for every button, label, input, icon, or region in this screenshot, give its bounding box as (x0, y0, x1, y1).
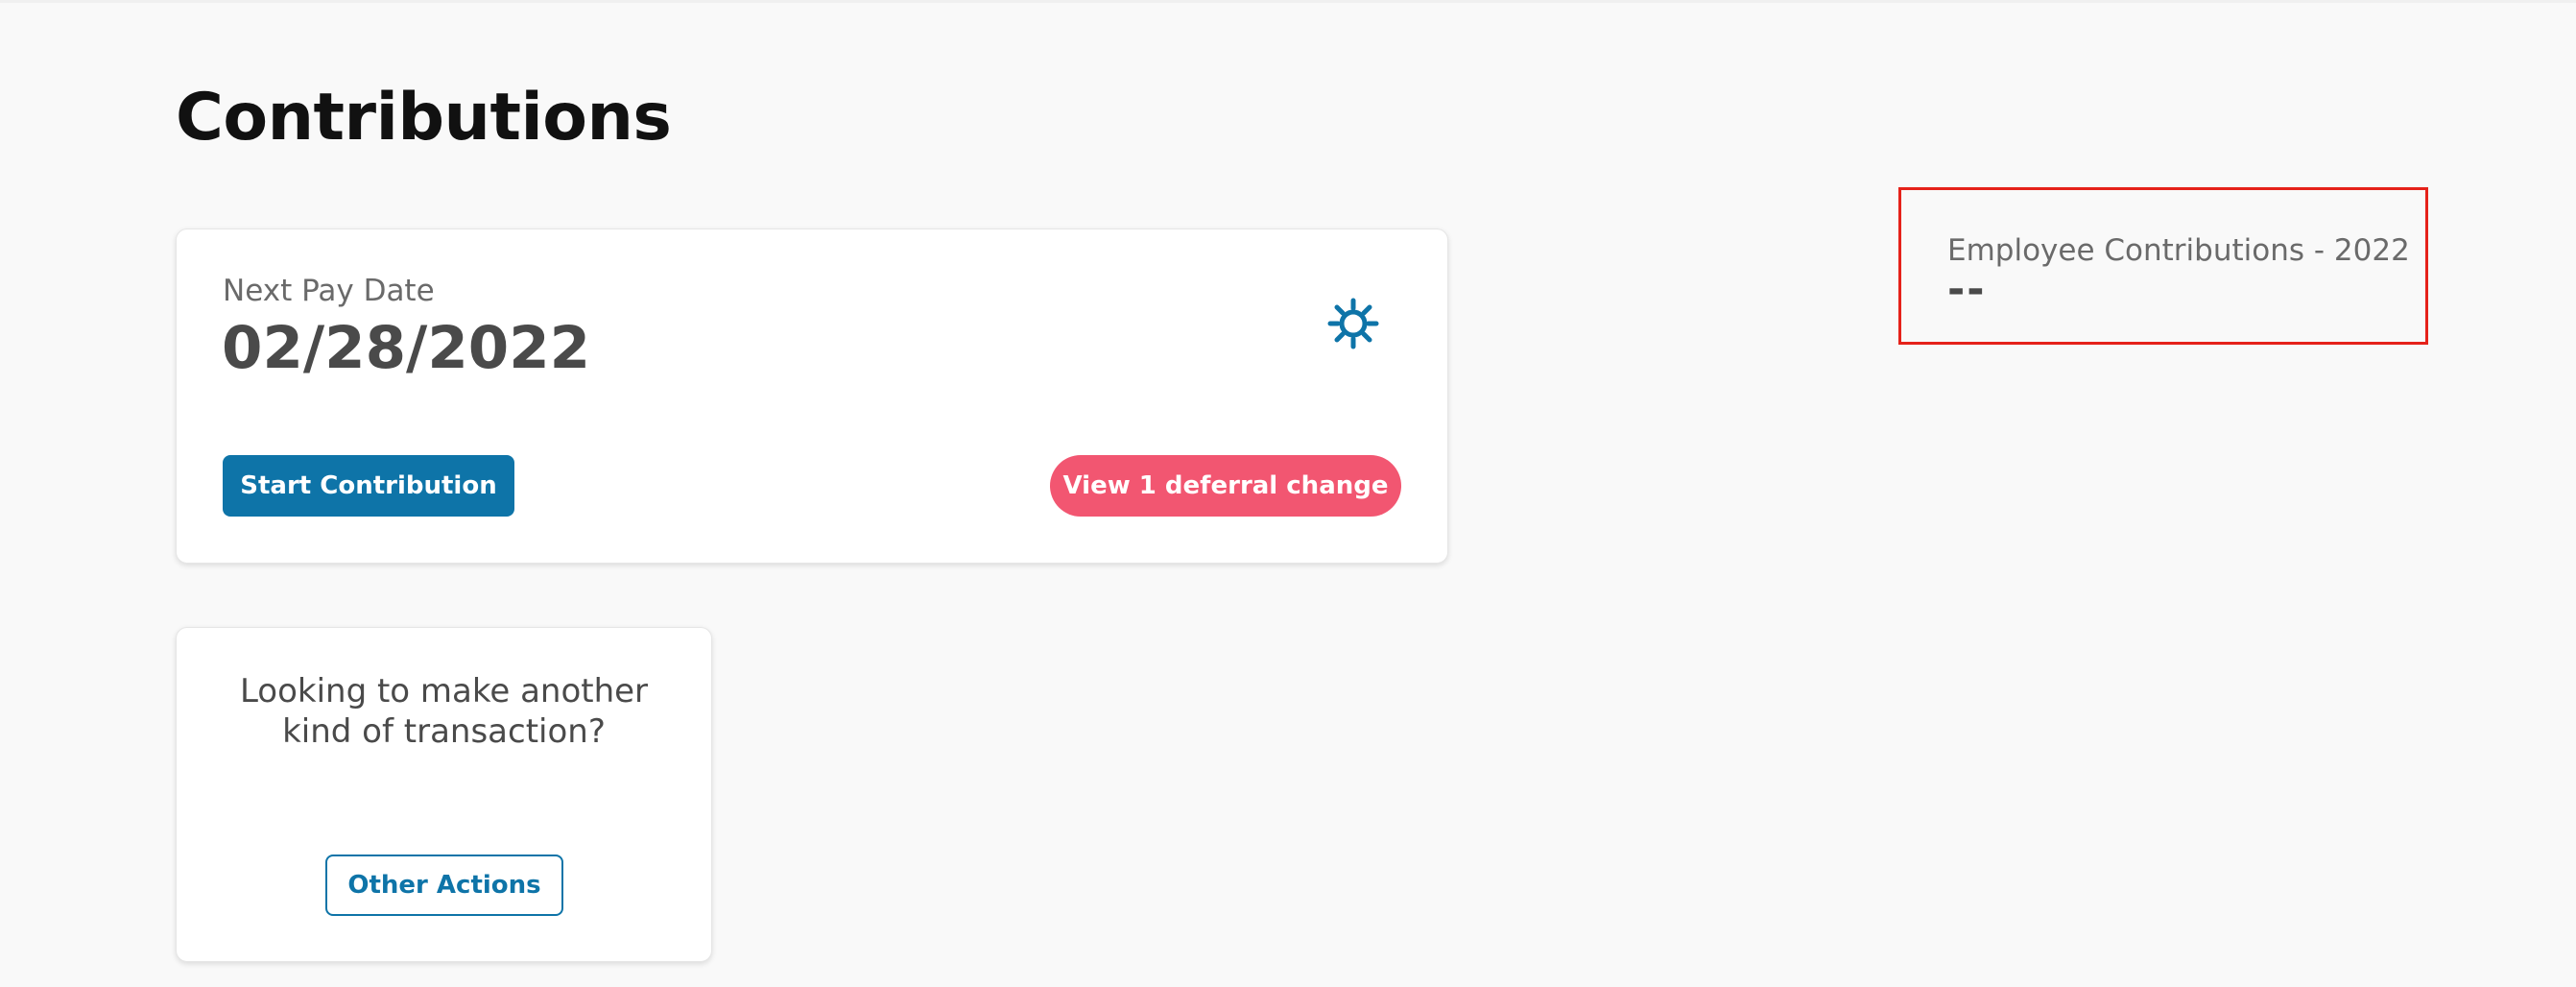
other-actions-button[interactable]: Other Actions (325, 855, 563, 916)
page-title: Contributions (176, 80, 672, 156)
contributions-page: Contributions Next Pay Date 02/28/2022 S… (0, 0, 2576, 987)
employee-contributions-label: Employee Contributions - 2022 (1947, 233, 2410, 268)
gear-icon (1327, 298, 1379, 349)
next-pay-date-label: Next Pay Date (223, 274, 435, 308)
view-deferral-change-button[interactable]: View 1 deferral change (1050, 455, 1401, 517)
next-pay-date-value: 02/28/2022 (222, 314, 591, 382)
settings-button[interactable] (1324, 295, 1382, 352)
start-contribution-button[interactable]: Start Contribution (223, 455, 514, 517)
employee-contributions-summary: Employee Contributions - 2022 -- (1898, 187, 2428, 345)
other-transaction-prompt: Looking to make another kind of transact… (239, 672, 649, 751)
next-pay-date-card: Next Pay Date 02/28/2022 Start Contribut… (176, 229, 1448, 564)
employee-contributions-value: -- (1947, 265, 1987, 314)
other-transaction-card: Looking to make another kind of transact… (176, 627, 712, 962)
